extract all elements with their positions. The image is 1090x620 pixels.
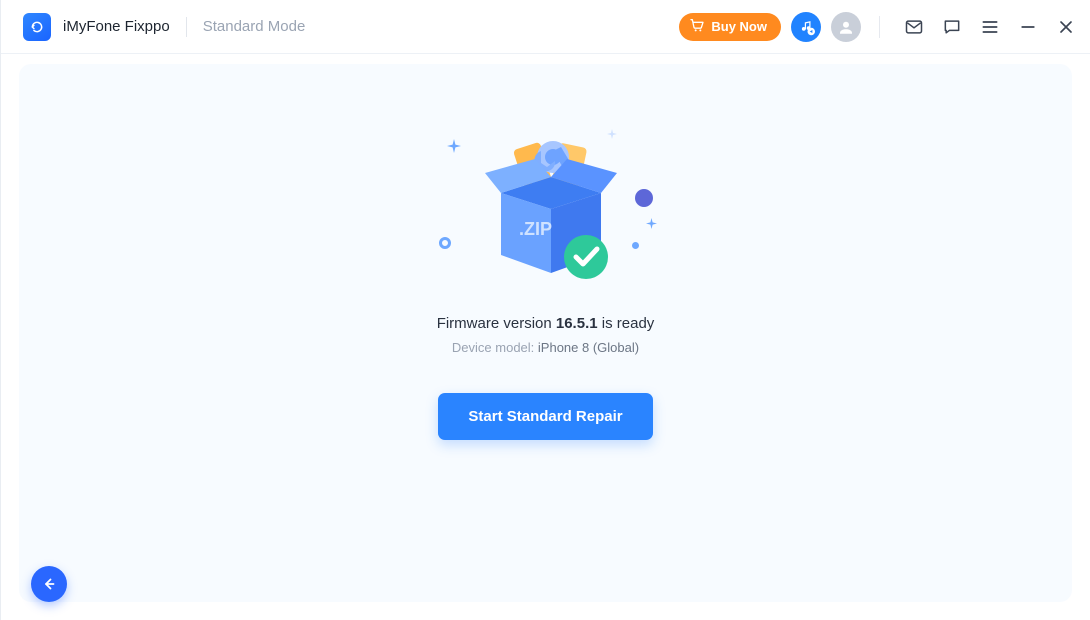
device-model-text: Device model: iPhone 8 (Global) [452,340,639,355]
box-label: .ZIP [519,219,552,239]
minimize-button[interactable] [1016,15,1040,39]
buy-now-label: Buy Now [711,19,767,34]
start-repair-button[interactable]: Start Standard Repair [438,393,652,440]
start-repair-label: Start Standard Repair [468,408,622,425]
app-title: iMyFone Fixppo [63,18,170,35]
firmware-version: 16.5.1 [556,315,598,332]
firmware-suffix: is ready [598,315,655,332]
separator [186,17,187,37]
feedback-icon[interactable] [940,15,964,39]
device-model-value: iPhone 8 (Global) [538,340,639,355]
music-icon[interactable] [791,12,821,42]
separator [879,16,880,38]
close-button[interactable] [1054,15,1078,39]
menu-icon[interactable] [978,15,1002,39]
main-panel: .ZIP Firmware version 16.5.1 is ready De… [19,64,1072,602]
firmware-prefix: Firmware version [437,315,556,332]
content-area: .ZIP Firmware version 16.5.1 is ready De… [1,54,1090,620]
firmware-status-text: Firmware version 16.5.1 is ready [437,315,655,332]
window-controls [871,15,1078,39]
back-button[interactable] [31,566,67,602]
title-bar: iMyFone Fixppo Standard Mode Buy Now [1,0,1090,54]
account-icon[interactable] [831,12,861,42]
app-logo-icon [23,13,51,41]
firmware-illustration: .ZIP [441,129,651,299]
mode-label: Standard Mode [203,18,306,35]
mail-icon[interactable] [902,15,926,39]
cart-icon [689,17,705,36]
app-window: iMyFone Fixppo Standard Mode Buy Now [0,0,1090,620]
buy-now-button[interactable]: Buy Now [679,13,781,41]
device-model-label: Device model: [452,340,538,355]
